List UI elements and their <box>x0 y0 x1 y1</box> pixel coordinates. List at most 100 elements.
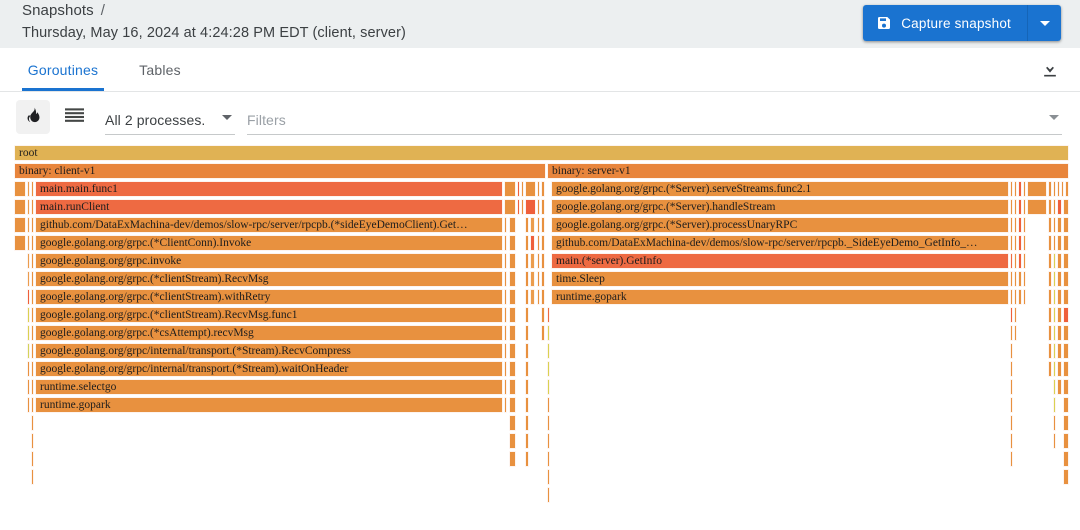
flame-frame[interactable]: google.golang.org/grpc/internal/transpor… <box>35 343 503 359</box>
flame-frame[interactable] <box>504 361 507 377</box>
flame-frame[interactable] <box>31 325 34 341</box>
flame-frame[interactable] <box>517 199 520 215</box>
flame-frame[interactable] <box>1048 343 1052 359</box>
list-icon-button[interactable] <box>57 100 91 134</box>
flame-frame[interactable] <box>547 487 550 503</box>
capture-snapshot-dropdown-button[interactable] <box>1027 5 1061 41</box>
flame-frame[interactable] <box>1063 397 1069 413</box>
flame-frame[interactable] <box>525 361 529 377</box>
flame-frame[interactable] <box>525 217 529 233</box>
flame-frame[interactable] <box>1027 181 1047 197</box>
flame-frame[interactable] <box>1010 271 1013 287</box>
flame-frame[interactable] <box>1053 397 1056 413</box>
flame-frame[interactable] <box>525 271 529 287</box>
flame-frame[interactable] <box>1057 289 1062 305</box>
flame-frame[interactable] <box>1053 343 1056 359</box>
flame-frame[interactable] <box>1048 199 1052 215</box>
flame-frame[interactable] <box>1018 253 1022 269</box>
flame-frame[interactable] <box>31 343 34 359</box>
flame-frame[interactable] <box>1057 271 1062 287</box>
flame-frame[interactable] <box>509 289 516 305</box>
flame-frame[interactable] <box>537 235 540 251</box>
flame-frame[interactable] <box>1048 181 1052 197</box>
flame-frame[interactable] <box>1053 307 1056 323</box>
flame-frame[interactable] <box>14 235 26 251</box>
flame-frame[interactable] <box>504 325 507 341</box>
flame-frame[interactable]: binary: client-v1 <box>14 163 546 179</box>
flame-frame[interactable] <box>1010 253 1013 269</box>
flame-frame[interactable] <box>547 379 550 395</box>
flame-frame[interactable] <box>547 325 550 341</box>
flame-frame[interactable] <box>31 433 34 449</box>
flame-frame[interactable] <box>1048 361 1052 377</box>
tab-tables[interactable]: Tables <box>132 48 188 91</box>
flame-frame[interactable] <box>525 343 529 359</box>
flame-frame[interactable]: main.main.func1 <box>35 181 503 197</box>
flame-frame[interactable]: google.golang.org/grpc.(*Server).serveSt… <box>551 181 1009 197</box>
flamegraph-canvas[interactable]: root binary: client-v1 binary: server-v1 ma… <box>0 145 1080 530</box>
flame-frame[interactable] <box>504 217 507 233</box>
flame-frame[interactable] <box>14 181 26 197</box>
flame-frame[interactable] <box>504 397 507 413</box>
flame-frame[interactable] <box>547 469 550 485</box>
flame-frame[interactable] <box>1018 181 1022 197</box>
flame-frame[interactable] <box>1014 307 1017 323</box>
flame-frame[interactable] <box>1010 235 1013 251</box>
flame-frame[interactable] <box>537 217 540 233</box>
flame-frame[interactable] <box>1048 289 1052 305</box>
flame-frame[interactable] <box>1057 199 1062 215</box>
flame-frame[interactable] <box>1010 307 1013 323</box>
flame-frame[interactable] <box>1048 235 1052 251</box>
flame-frame[interactable] <box>1063 469 1069 485</box>
flame-frame[interactable] <box>1063 199 1069 215</box>
flame-frame[interactable] <box>1063 307 1069 323</box>
flame-frame[interactable] <box>1057 253 1062 269</box>
flame-frame[interactable] <box>1018 217 1022 233</box>
flame-frame[interactable] <box>547 433 550 449</box>
flame-frame[interactable]: runtime.gopark <box>551 289 1009 305</box>
flame-frame[interactable] <box>1053 433 1056 449</box>
flame-frame[interactable]: google.golang.org/grpc.(*clientStream).R… <box>35 271 503 287</box>
tab-goroutines[interactable]: Goroutines <box>22 48 104 91</box>
flame-frame[interactable] <box>1010 181 1013 197</box>
flame-frame[interactable] <box>509 361 516 377</box>
flame-frame[interactable] <box>504 379 507 395</box>
flame-frame[interactable] <box>504 235 507 251</box>
flame-frame[interactable] <box>530 271 535 287</box>
flame-frame[interactable] <box>1063 325 1069 341</box>
flame-frame[interactable] <box>31 379 34 395</box>
flame-frame[interactable] <box>525 433 529 449</box>
flame-frame[interactable] <box>509 433 516 449</box>
flame-frame[interactable] <box>1048 325 1052 341</box>
flame-frame[interactable] <box>537 253 540 269</box>
flame-frame[interactable] <box>1018 271 1022 287</box>
flame-frame[interactable] <box>27 397 30 413</box>
flame-frame[interactable]: runtime.gopark <box>35 397 503 413</box>
flame-frame[interactable] <box>525 451 529 467</box>
flame-frame[interactable]: github.com/DataExMachina-dev/demos/slow-… <box>551 235 1009 251</box>
flame-frame[interactable] <box>1053 199 1056 215</box>
flame-frame[interactable] <box>509 343 516 359</box>
flame-frame[interactable] <box>525 415 529 431</box>
flame-frame[interactable] <box>1023 271 1026 287</box>
flame-frame[interactable]: google.golang.org/grpc.(*csAttempt).recv… <box>35 325 503 341</box>
flame-frame[interactable] <box>509 307 516 323</box>
flame-frame[interactable] <box>525 235 529 251</box>
flame-frame[interactable] <box>1053 253 1056 269</box>
flame-frame[interactable] <box>31 415 34 431</box>
flame-frame[interactable] <box>537 289 540 305</box>
flame-frame[interactable] <box>1010 289 1013 305</box>
flame-frame[interactable] <box>504 199 516 215</box>
flame-frame[interactable] <box>1014 289 1017 305</box>
flame-frame[interactable] <box>1014 217 1017 233</box>
flame-frame[interactable] <box>1057 235 1062 251</box>
flame-frame[interactable] <box>504 307 507 323</box>
flame-frame[interactable] <box>547 415 550 431</box>
flame-frame[interactable] <box>1023 217 1026 233</box>
flame-frame[interactable] <box>509 271 516 287</box>
flame-frame[interactable] <box>1063 415 1069 431</box>
flame-frame[interactable] <box>1063 451 1069 467</box>
flame-frame[interactable]: binary: server-v1 <box>547 163 1069 179</box>
flame-frame[interactable] <box>525 397 529 413</box>
flame-frame[interactable] <box>1018 289 1022 305</box>
